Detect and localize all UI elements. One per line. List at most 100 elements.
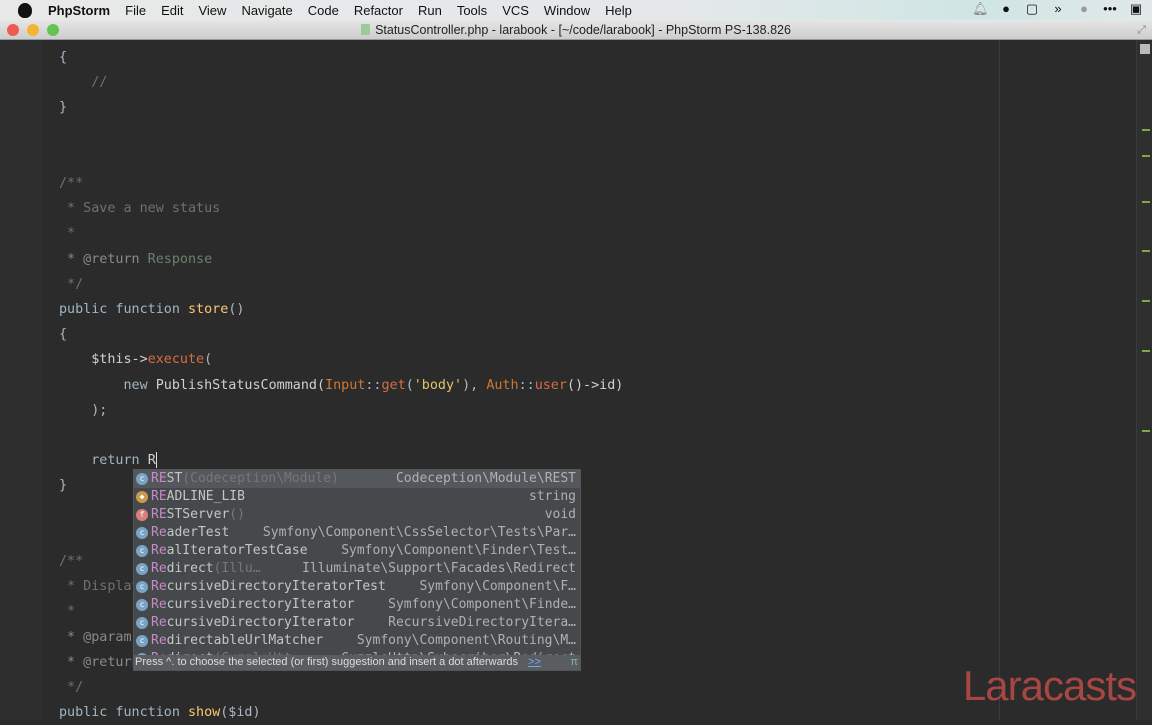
camera-icon[interactable]: ▣	[1128, 2, 1144, 16]
minimize-button[interactable]	[27, 24, 39, 36]
match-text: RE	[151, 471, 167, 486]
menu-window[interactable]: Window	[544, 3, 590, 18]
class-icon: c	[136, 473, 148, 485]
match-text: Re	[151, 597, 167, 612]
completion-item[interactable]: c REST (Codeception\Module) Codeception\Mo…	[134, 470, 580, 488]
change-marker[interactable]	[1142, 350, 1150, 352]
change-marker[interactable]	[1142, 250, 1150, 252]
completion-more-link[interactable]: >>	[528, 656, 541, 668]
completion-item[interactable]: c Redirect (Illu… Illuminate\Support\Facad…	[134, 560, 580, 578]
code-token: //	[59, 75, 108, 91]
menu-refactor[interactable]: Refactor	[354, 3, 403, 18]
completion-popup[interactable]: c REST (Codeception\Module) Codeception\Mo…	[133, 469, 581, 671]
menu-help[interactable]: Help	[605, 3, 632, 18]
completion-item[interactable]: c ReaderTest Symfony\Component\CssSelector…	[134, 524, 580, 542]
code-line: }	[59, 95, 67, 120]
leaf-icon[interactable]: ●	[1076, 2, 1092, 16]
fullscreen-icon[interactable]: ⤢	[1137, 24, 1146, 37]
completion-item[interactable]: ◆ READLINE_LIB string	[134, 488, 580, 506]
menu-file[interactable]: File	[125, 3, 146, 18]
code-token: (	[204, 352, 213, 368]
menu-tools[interactable]: Tools	[457, 3, 487, 18]
change-marker[interactable]	[1142, 300, 1150, 302]
chat-icon[interactable]: ●	[998, 2, 1014, 16]
code-token: $this->	[59, 352, 148, 368]
code-token: /**	[59, 176, 84, 191]
arrows-icon[interactable]: »	[1050, 2, 1066, 16]
menu-edit[interactable]: Edit	[161, 3, 183, 18]
item-name: RecursiveDirectoryIterator	[151, 596, 355, 614]
close-button[interactable]	[7, 24, 19, 36]
code-line: */	[59, 272, 83, 297]
item-name: RESTServer	[151, 506, 229, 524]
item-name: Redirect	[151, 560, 214, 578]
code-token: {	[59, 327, 68, 343]
change-marker[interactable]	[1142, 430, 1150, 432]
more-icon[interactable]: •••	[1102, 2, 1118, 16]
code-line: * @param	[59, 625, 132, 650]
match-text: RE	[151, 489, 167, 504]
code-token: user	[534, 377, 567, 393]
code-token: new	[59, 377, 156, 393]
pi-icon[interactable]: π	[570, 655, 578, 670]
rest-text: cursiveDirectoryIterator	[166, 597, 355, 612]
func-icon: f	[136, 509, 148, 521]
completion-hint: Press ^. to choose the selected (or firs…	[135, 656, 519, 668]
completion-item[interactable]: c RecursiveDirectoryIterator Symfony\Compo…	[134, 596, 580, 614]
menu-navigate[interactable]: Navigate	[241, 3, 292, 18]
class-icon: c	[136, 635, 148, 647]
code-token: /**	[59, 554, 84, 569]
match-text: Re	[151, 579, 167, 594]
code-token: * @return	[59, 654, 140, 670]
item-hint: (Codeception\Module)	[182, 471, 339, 486]
class-icon: c	[136, 527, 148, 539]
rest-text: aderTest	[166, 525, 230, 540]
item-name: REST	[151, 470, 182, 488]
item-hint: ()	[229, 507, 245, 522]
code-line: * Display	[59, 574, 140, 599]
window-icon[interactable]: ▢	[1024, 2, 1040, 16]
class-icon: c	[136, 545, 148, 557]
code-line: /**	[59, 549, 83, 574]
code-token: ::	[365, 377, 382, 393]
menu-view[interactable]: View	[198, 3, 226, 18]
scroll-thumb[interactable]	[1140, 44, 1150, 54]
change-marker[interactable]	[1142, 155, 1150, 157]
code-token: *	[59, 604, 76, 620]
class-icon: c	[136, 581, 148, 593]
completion-item[interactable]: c RedirectableUrlMatcher Symfony\Component…	[134, 632, 580, 650]
notification-bell-icon[interactable]: 🔔︎	[972, 2, 989, 16]
menu-vcs[interactable]: VCS	[502, 3, 529, 18]
code-token: * Save a new status	[59, 201, 221, 217]
code-token: public function	[59, 302, 188, 317]
item-type: Illuminate\Support\Facades\Redirect	[302, 561, 576, 576]
match-text: Re	[151, 633, 167, 648]
rest-text: ADLINE_LIB	[166, 489, 245, 504]
menu-run[interactable]: Run	[418, 3, 442, 18]
window-title-bar: StatusController.php - larabook - [~/cod…	[0, 20, 1152, 40]
code-line: */	[59, 675, 83, 700]
completion-item[interactable]: c RecursiveDirectoryIterator RecursiveDire…	[134, 614, 580, 632]
match-text: Re	[151, 615, 167, 630]
completion-footer: Press ^. to choose the selected (or firs…	[134, 655, 580, 670]
menu-code[interactable]: Code	[308, 3, 339, 18]
code-token: public function	[59, 705, 188, 721]
completion-item[interactable]: f RESTServer() void	[134, 506, 580, 524]
vertical-scrollbar[interactable]	[1136, 40, 1152, 720]
match-text: Re	[151, 525, 167, 540]
code-token: ),	[462, 377, 487, 393]
menu-app[interactable]: PhpStorm	[48, 3, 110, 18]
code-token: Response	[139, 251, 213, 267]
change-marker[interactable]	[1142, 129, 1150, 131]
zoom-button[interactable]	[47, 24, 59, 36]
code-token: */	[59, 276, 84, 292]
item-type: Symfony\Component\F…	[419, 579, 576, 594]
laracasts-watermark: Laracasts	[962, 662, 1137, 709]
completion-item[interactable]: c RealIteratorTestCase Symfony\Component\F…	[134, 542, 580, 560]
change-marker[interactable]	[1142, 201, 1150, 203]
rest-text: directableUrlMatcher	[166, 633, 324, 648]
apple-icon[interactable]	[18, 2, 32, 18]
code-token: ::	[518, 377, 535, 393]
code-token: * @param	[59, 629, 132, 645]
completion-item[interactable]: c RecursiveDirectoryIteratorTest Symfony\C…	[134, 578, 580, 596]
